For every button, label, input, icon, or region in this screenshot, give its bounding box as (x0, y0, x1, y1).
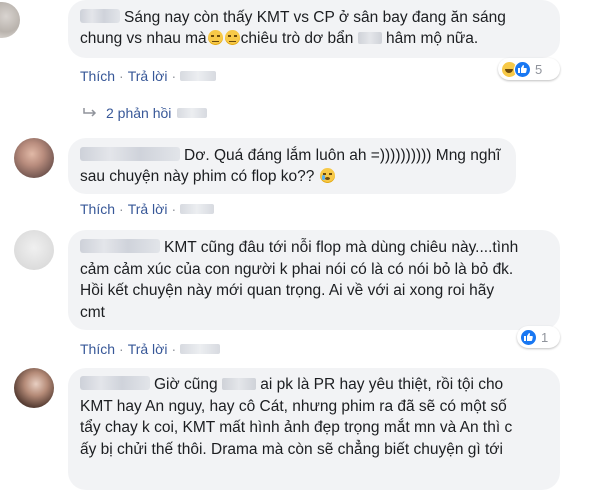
like-link[interactable]: Thích (80, 201, 115, 217)
avatar[interactable] (14, 368, 54, 408)
comment-bubble: Dơ. Quá đáng lắm luôn ah =)))))))))) Mng… (68, 138, 516, 194)
comment-text-line-1: Dơ. Quá đáng lắm luôn ah =)))))))))) Mng… (184, 147, 501, 164)
commenter-name[interactable] (80, 9, 120, 23)
comment-actions: Thích · Trả lời · (80, 341, 221, 357)
avatar[interactable] (14, 138, 54, 178)
reply-arrow-icon (83, 108, 97, 117)
comment-actions: Thích · Trả lời · (80, 68, 217, 84)
like-link[interactable]: Thích (80, 68, 115, 84)
reply-link[interactable]: Trả lời (128, 341, 168, 357)
reaction-summary[interactable]: 5 (498, 58, 560, 80)
redacted-text (357, 32, 382, 44)
comment-text-line-4: ấy bị chửi thế thôi. Drama mà còn sẽ chẳ… (80, 440, 503, 458)
reply-count[interactable]: 2 phản hồi (106, 105, 171, 121)
avatar[interactable] (14, 230, 54, 270)
comment-text-line-2c: hâm mộ nữa. (386, 30, 479, 47)
comment-text-line-2a: chung vs nhau mà (80, 30, 207, 47)
separator: · (171, 68, 177, 84)
timestamp[interactable] (180, 344, 221, 354)
separator: · (119, 201, 124, 217)
comment-text-line-2: KMT hay An nguy, hay cô Cát, nhưng phim … (80, 397, 507, 415)
comment-text-line-2: sau chuyện này phim có flop ko?? (80, 168, 315, 185)
comment-bubble: Giờ cũng ai pk là PR hay yêu thiệt, rồi … (68, 368, 560, 490)
timestamp (177, 108, 208, 118)
like-reaction-icon (520, 328, 537, 346)
timestamp[interactable] (180, 71, 217, 81)
reply-link[interactable]: Trả lời (128, 201, 168, 217)
reaction-count: 1 (541, 329, 549, 345)
redacted-text (221, 378, 256, 390)
commenter-name[interactable] (80, 239, 160, 253)
reply-link[interactable]: Trả lời (128, 68, 168, 84)
commenter-name[interactable] (80, 147, 180, 161)
avatar[interactable] (0, 2, 20, 38)
comment-text-line-2: cảm cảm xúc của con người k phai nói có … (80, 260, 514, 278)
comment-text-line-4: cmt (80, 303, 105, 321)
comment-text-line-1: KMT cũng đâu tới nỗi flop mà dùng chiêu … (164, 239, 519, 256)
unamused-emoji-icon (224, 30, 240, 45)
view-replies-link[interactable]: 2 phản hồi (82, 105, 208, 121)
separator: · (171, 201, 177, 217)
timestamp[interactable] (180, 204, 215, 214)
separator: · (119, 68, 124, 84)
comment-text-line-2b: chiêu trò dơ bẩn (240, 30, 354, 47)
comment-bubble: KMT cũng đâu tới nỗi flop mà dùng chiêu … (68, 230, 560, 330)
comment-text-line-1b: ai pk là PR hay yêu thiệt, rồi tội cho (260, 376, 504, 393)
comment-text-line-3: Hồi kết chuyện này mới quan trọng. Ai về… (80, 282, 495, 299)
separator: · (119, 341, 124, 357)
comment-actions: Thích · Trả lời · (80, 201, 215, 217)
comment-text-line-3: tẩy chay k coi, KMT mất hình ảnh đẹp trọ… (80, 419, 513, 436)
crying-emoji-icon (319, 168, 335, 183)
reaction-count: 5 (535, 61, 543, 77)
like-reaction-icon (514, 60, 531, 78)
comment-text-line-1: Sáng nay còn thấy KMT vs CP ở sân bay đa… (124, 9, 506, 26)
reaction-summary[interactable]: 1 (517, 326, 560, 348)
commenter-name[interactable] (80, 376, 150, 390)
comment-text-line-1a: Giờ cũng (154, 376, 218, 393)
comment-bubble: Sáng nay còn thấy KMT vs CP ở sân bay đa… (68, 0, 560, 58)
unamused-emoji-icon (207, 30, 223, 45)
like-link[interactable]: Thích (80, 341, 115, 357)
separator: · (171, 341, 177, 357)
